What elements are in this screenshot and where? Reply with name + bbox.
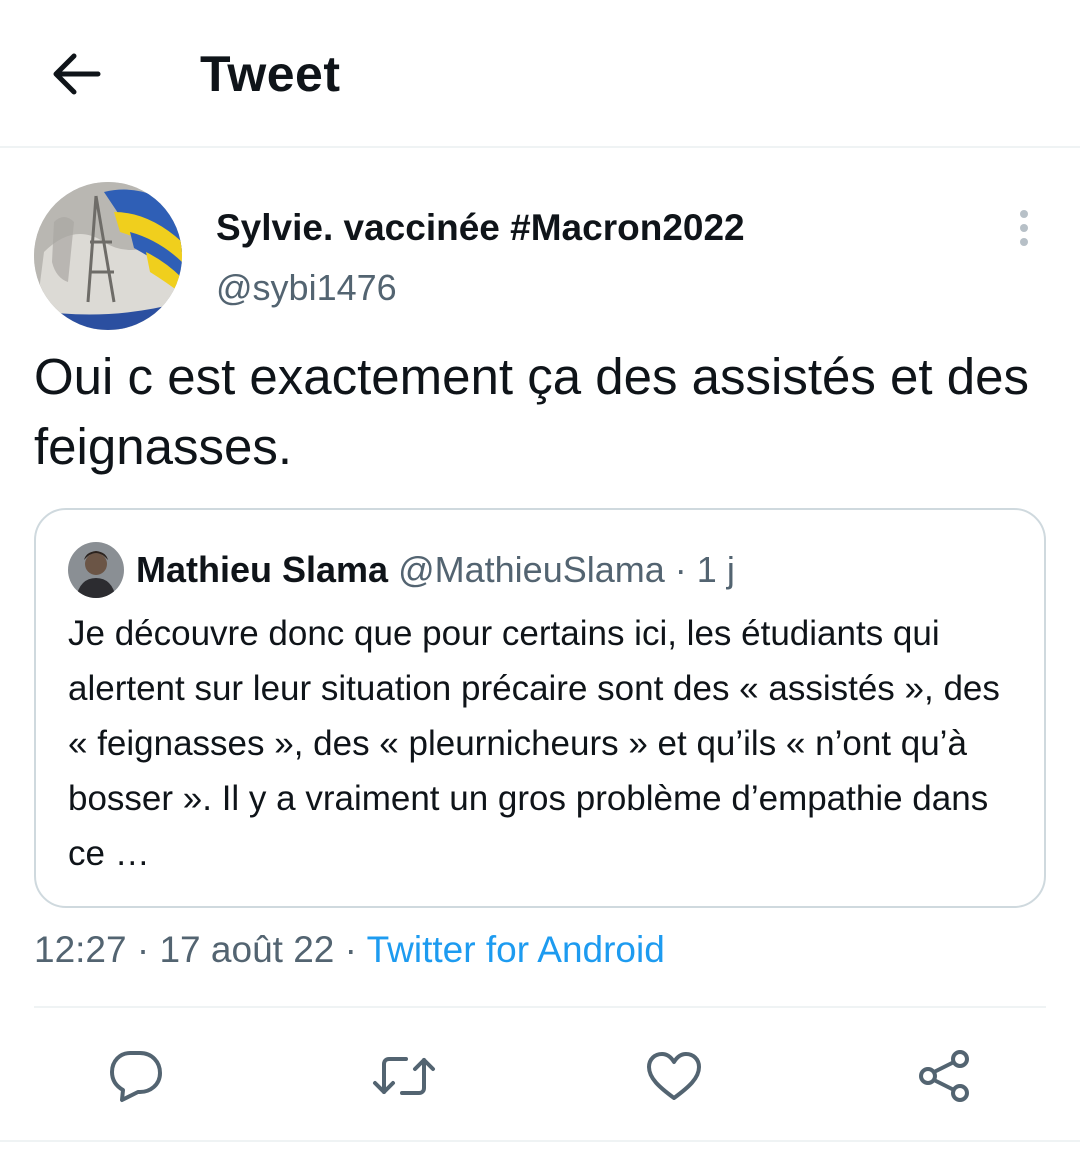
quoted-tweet-header: Mathieu Slama @MathieuSlama · 1 j [136,546,735,594]
divider [0,1140,1080,1142]
back-button[interactable] [46,44,106,104]
quoted-tweet-text: Je découvre donc que pour certains ici, … [68,614,1000,873]
quoted-tweet-card[interactable]: Mathieu Slama @MathieuSlama · 1 j Je déc… [34,508,1046,908]
tweet-date: 17 août 22 [159,929,335,970]
tweet-source-link[interactable]: Twitter for Android [367,929,665,970]
like-heart-icon [647,1052,701,1100]
page-title: Tweet [200,46,341,102]
retweet-icon [373,1057,435,1095]
more-vertical-icon [1020,210,1028,246]
quoted-author-avatar[interactable] [68,542,124,598]
reply-icon [110,1051,162,1102]
quoted-avatar-image [68,542,124,598]
reply-button[interactable] [104,1044,168,1108]
separator-dot: · [344,929,357,970]
quoted-tweet-time: 1 j [696,549,735,590]
divider [34,1006,1046,1008]
tweet-text: Oui c est exactement ça des assistés et … [34,348,1029,475]
share-icon [919,1050,969,1102]
more-options-button[interactable] [1004,204,1044,252]
separator-dot: · [136,929,150,970]
tweet-metadata: 12:27 · 17 août 22 · Twitter for Android [34,924,665,976]
quoted-author-handle: @MathieuSlama [398,549,665,590]
retweet-button[interactable] [372,1044,436,1108]
author-name[interactable]: Sylvie. vaccinée #Macron2022 [216,204,745,252]
tweet-action-bar [0,1010,1080,1140]
like-button[interactable] [642,1044,706,1108]
avatar-image [34,182,182,330]
arrow-left-icon [53,53,101,95]
separator-dot: · [674,549,687,590]
tweet-time: 12:27 [34,929,127,970]
author-avatar[interactable] [34,182,182,330]
top-bar: Tweet [0,0,1080,148]
quoted-author-name: Mathieu Slama [136,549,389,590]
author-handle[interactable]: @sybi1476 [216,264,397,312]
share-button[interactable] [912,1044,976,1108]
